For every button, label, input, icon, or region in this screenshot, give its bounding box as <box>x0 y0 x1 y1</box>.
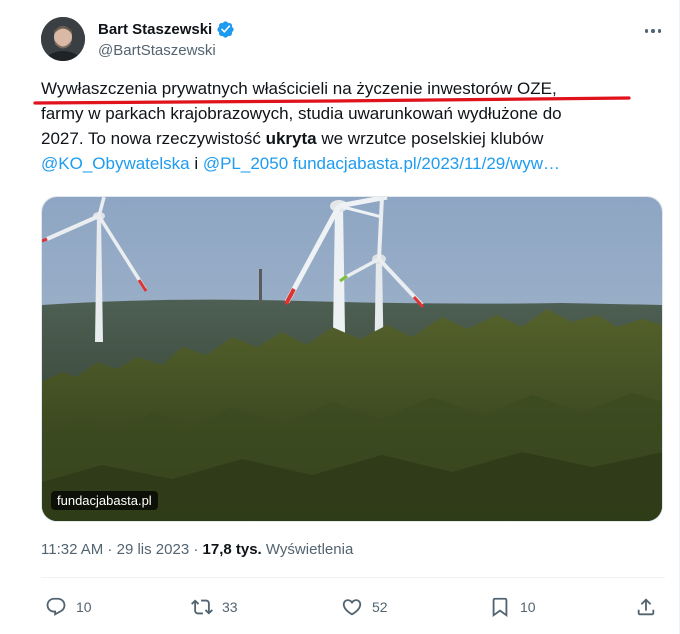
bookmark-count: 10 <box>520 599 536 615</box>
tweet-date[interactable]: 29 lis 2023 <box>117 541 190 558</box>
repost-count: 33 <box>222 599 238 615</box>
verified-badge-icon <box>216 20 235 39</box>
views-label: Wyświetlenia <box>261 541 354 558</box>
more-icon[interactable] <box>641 19 665 43</box>
divider <box>41 577 665 578</box>
mention-pl2050[interactable]: @PL_2050 <box>203 154 288 173</box>
image-source-label: fundacjabasta.pl <box>51 491 158 510</box>
tweet-line-3-end: we wrzutce poselskiej klubów <box>316 129 544 148</box>
reply-count: 10 <box>76 599 92 615</box>
tweet-line-4: @KO_Obywatelska i @PL_2050 fundacjabasta… <box>41 151 651 176</box>
mention-ko[interactable]: @KO_Obywatelska <box>41 154 190 173</box>
tweet-header: Bart Staszewski @BartStaszewski <box>41 17 665 63</box>
bookmark-icon <box>492 597 508 618</box>
author-name[interactable]: Bart Staszewski <box>98 21 212 38</box>
repost-button[interactable]: 33 <box>191 590 238 624</box>
conjunction: i <box>189 154 203 173</box>
name-row: Bart Staszewski <box>98 20 235 39</box>
tweet-line-3-start: 2027. To nowa rzeczywistość <box>41 129 266 148</box>
meta-separator: · <box>103 541 117 558</box>
reply-icon <box>46 597 66 616</box>
repost-icon <box>191 599 213 615</box>
red-underline-annotation <box>33 96 631 105</box>
tweet-text: Wywłaszczenia prywatnych właścicieli na … <box>41 76 651 176</box>
like-count: 52 <box>372 599 388 615</box>
reply-button[interactable]: 10 <box>45 590 92 624</box>
tweet-meta: 11:32 AM · 29 lis 2023 · 17,8 tys. Wyświ… <box>41 541 353 558</box>
share-button[interactable] <box>635 590 657 624</box>
bookmark-button[interactable]: 10 <box>489 590 536 624</box>
share-icon <box>637 598 655 616</box>
article-link[interactable]: fundacjabasta.pl/2023/11/29/wyw… <box>293 154 560 173</box>
views-count: 17,8 tys. <box>202 541 262 558</box>
tweet-time[interactable]: 11:32 AM <box>41 541 103 558</box>
tweet-actions: 10 33 52 10 <box>41 590 665 624</box>
meta-separator: · <box>189 541 203 558</box>
like-button[interactable]: 52 <box>341 590 388 624</box>
tweet-image[interactable]: fundacjabasta.pl <box>41 196 663 522</box>
like-icon <box>342 599 362 616</box>
tweet-line-3: 2027. To nowa rzeczywistość ukryta we wr… <box>41 126 651 151</box>
bold-word: ukryta <box>265 129 317 148</box>
author-handle[interactable]: @BartStaszewski <box>98 42 216 59</box>
avatar[interactable] <box>41 17 85 61</box>
